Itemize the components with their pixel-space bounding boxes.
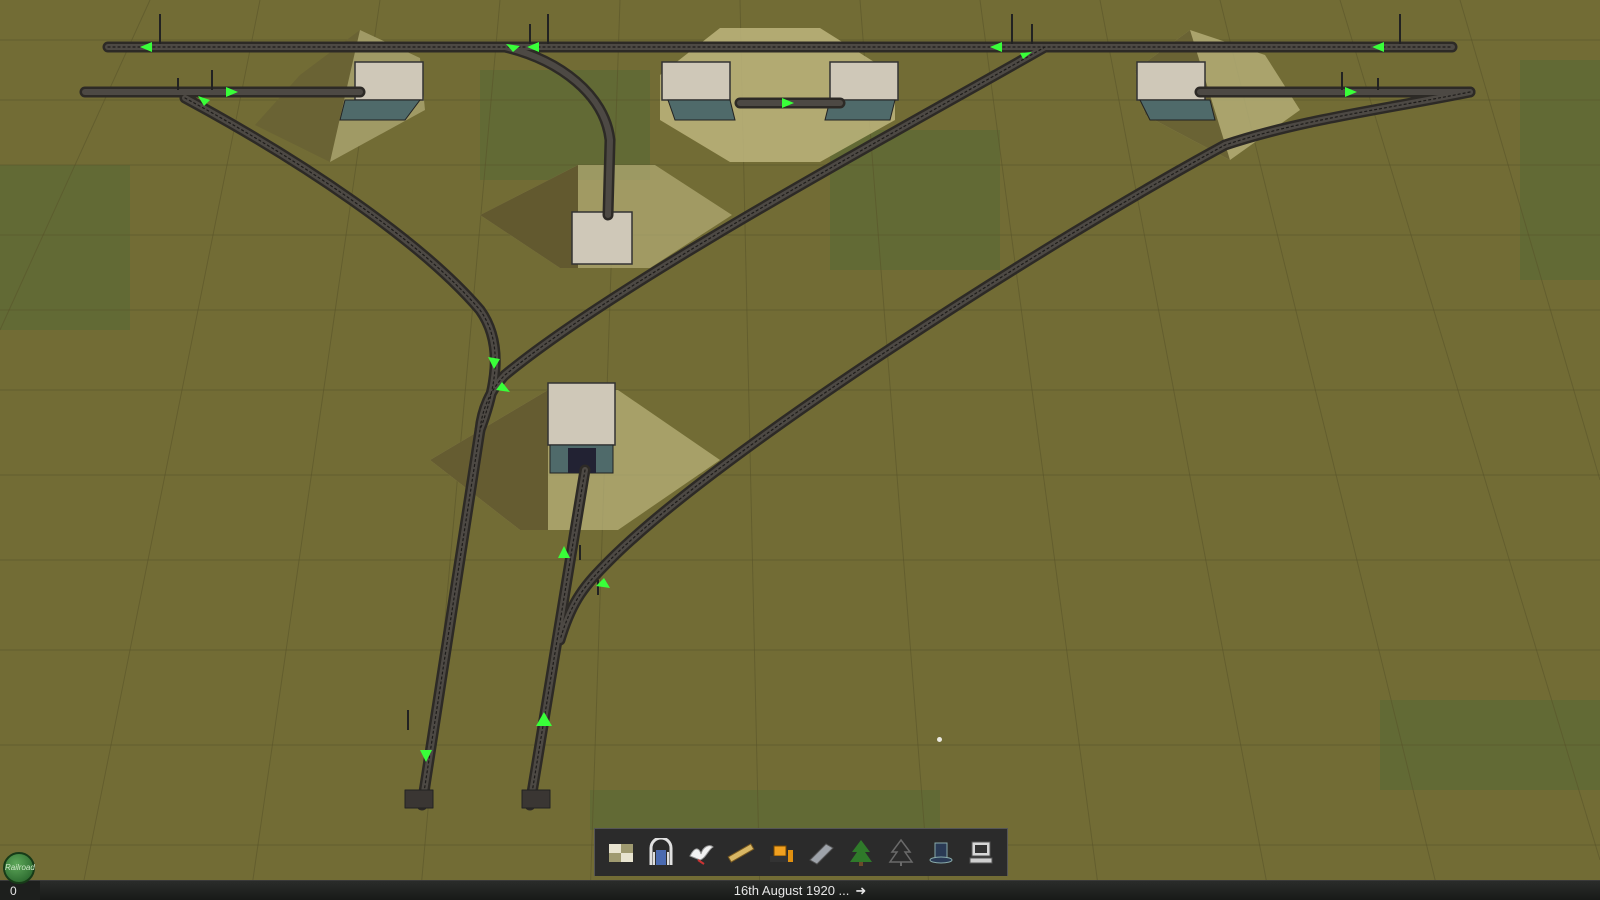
settings-tool-button[interactable]	[964, 836, 998, 870]
top-hat-icon	[929, 842, 953, 863]
game-date: 16th August 1920 ... ➜	[0, 883, 1600, 899]
trackside-tool-button[interactable]	[684, 836, 718, 870]
logo-label: Railroad	[5, 863, 35, 872]
money-counter: 0	[10, 884, 17, 898]
bulldozer-tool-button[interactable]	[764, 836, 798, 870]
tree-icon	[850, 839, 872, 866]
paint-plank-icon	[809, 842, 834, 865]
main-toolbar	[594, 828, 1008, 876]
paint-tool-button[interactable]	[804, 836, 838, 870]
track-arch-icon	[649, 837, 673, 865]
mouse-cursor	[937, 737, 942, 742]
bird-icon	[689, 844, 714, 865]
game-viewport[interactable]	[0, 0, 1600, 900]
scenery-tool-button[interactable]	[844, 836, 878, 870]
objects-tool-button[interactable]	[924, 836, 958, 870]
status-bar: 16th August 1920 ... ➜	[0, 880, 1600, 900]
track-tool-button[interactable]	[644, 836, 678, 870]
measure-tool-button[interactable]	[724, 836, 758, 870]
terrain-tiles-icon	[609, 843, 633, 862]
date-label: 16th August 1920 ...	[733, 883, 850, 898]
game-logo-button[interactable]: Railroad	[3, 852, 35, 884]
computer-icon	[969, 841, 993, 863]
bulldozer-icon	[770, 845, 793, 862]
terrain-tool-button[interactable]	[604, 836, 638, 870]
ruler-icon	[727, 842, 755, 863]
scenery-delete-tool-button[interactable]	[884, 836, 918, 870]
tree-outline-icon	[888, 838, 914, 866]
next-date-arrow-icon[interactable]: ➜	[855, 883, 866, 899]
